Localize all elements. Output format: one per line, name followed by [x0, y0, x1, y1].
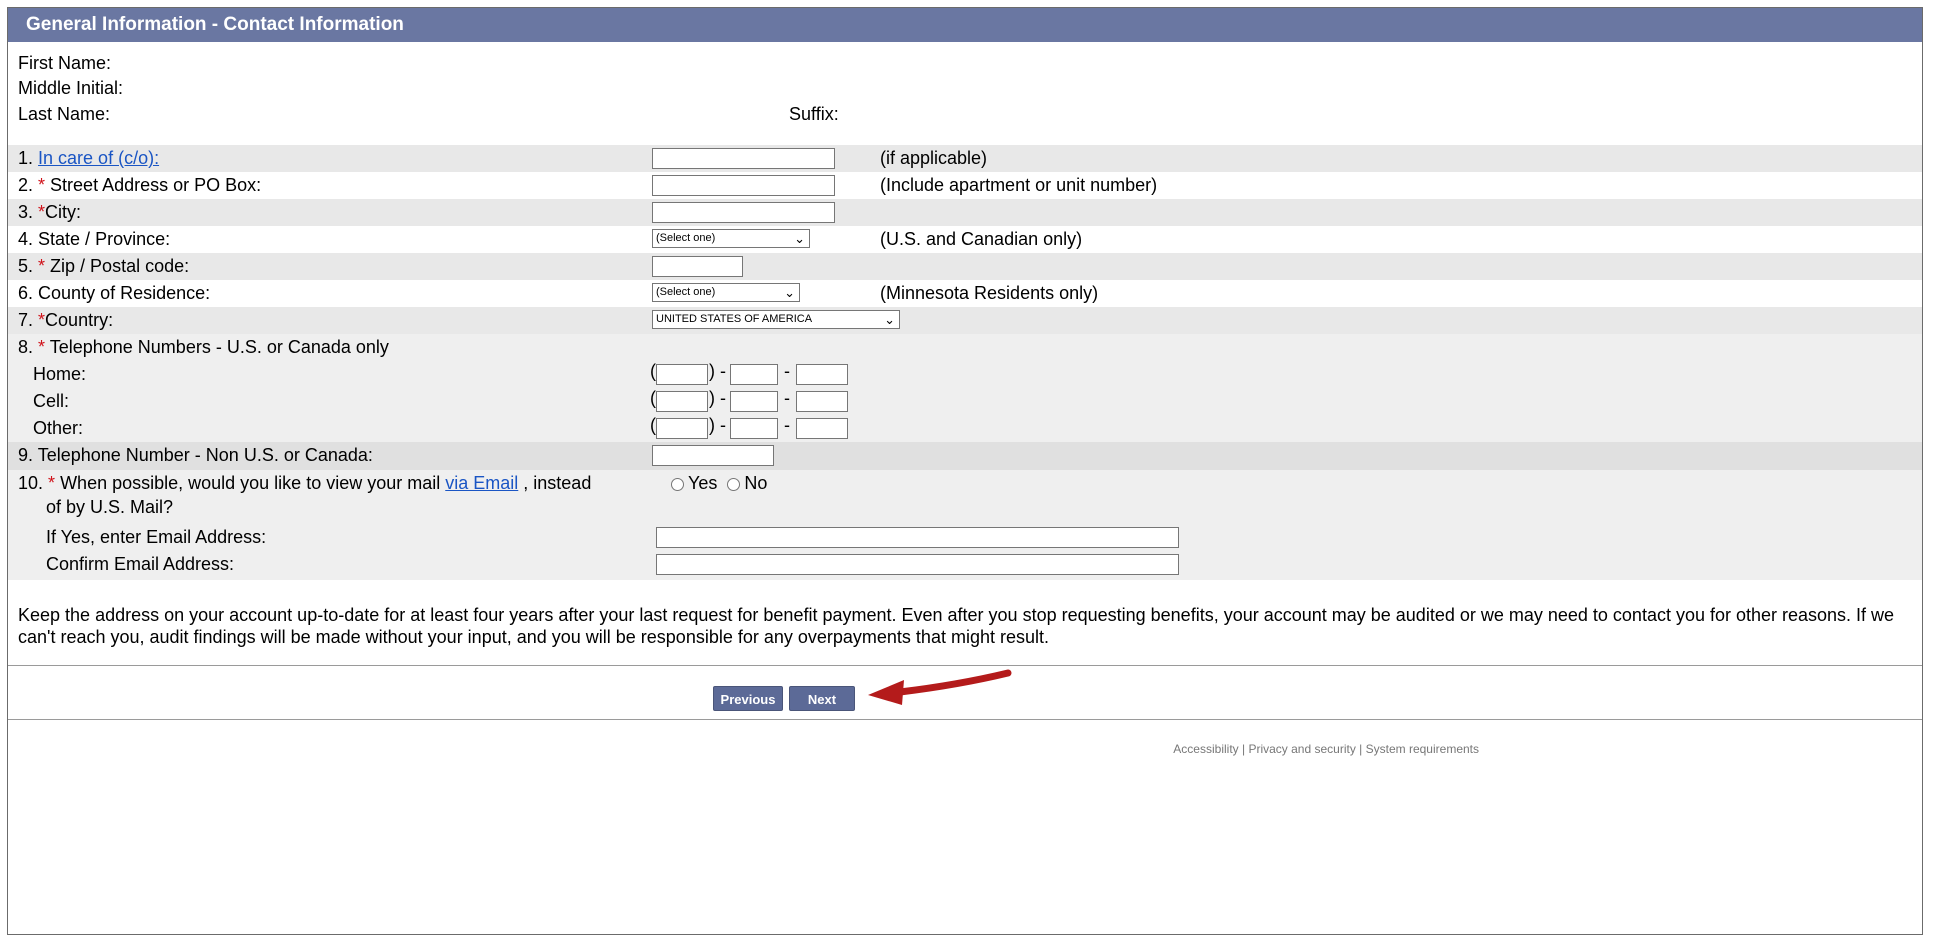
confirm-email-label: Confirm Email Address: [46, 554, 235, 574]
other-phone-label: Other: [33, 418, 84, 438]
country-select[interactable]: UNITED STATES OF AMERICA ⌄ [652, 310, 900, 329]
email-address-label: If Yes, enter Email Address: [46, 527, 267, 547]
contact-info-form: General Information - Contact Informatio… [7, 7, 1923, 935]
next-button[interactable]: Next [789, 686, 855, 711]
cell-phone-prefix-input[interactable] [730, 391, 778, 412]
email-pref-label-line2: of by U.S. Mail? [46, 497, 174, 517]
street-input[interactable] [652, 175, 835, 196]
chevron-down-icon: ⌄ [784, 285, 795, 300]
other-phone-prefix-input[interactable] [730, 418, 778, 439]
county-hint: (Minnesota Residents only) [880, 283, 1099, 303]
row-intl-phone: 9. Telephone Number - Non U.S. or Canada… [8, 442, 1922, 470]
yes-label: Yes [688, 473, 718, 493]
intl-phone-input[interactable] [652, 445, 774, 466]
street-hint: (Include apartment or unit number) [880, 175, 1158, 195]
email-pref-radios: Yes No [671, 473, 767, 494]
address-notice: Keep the address on your account up-to-d… [18, 605, 1895, 647]
required-marker: * [38, 310, 46, 330]
phones-block: 8. * Telephone Numbers - U.S. or Canada … [8, 334, 1922, 442]
first-name-label: First Name: [18, 53, 112, 73]
email-pref-block: 10. * When possible, would you like to v… [8, 470, 1922, 580]
cell-phone-label: Cell: [33, 391, 70, 411]
row-state: 4. State / Province: (Select one) ⌄ (U.S.… [8, 226, 1922, 253]
city-input[interactable] [652, 202, 835, 223]
middle-initial-label: Middle Initial: [18, 78, 124, 98]
no-radio[interactable] [727, 477, 741, 491]
chevron-down-icon: ⌄ [884, 312, 895, 327]
home-phone-dash: - [784, 361, 790, 381]
county-label: 6. County of Residence: [18, 283, 211, 303]
county-select[interactable]: (Select one) ⌄ [652, 283, 800, 302]
state-label: 4. State / Province: [18, 229, 171, 249]
previous-button[interactable]: Previous [713, 686, 783, 711]
state-hint: (U.S. and Canadian only) [880, 229, 1083, 249]
privacy-link[interactable]: Privacy and security [1248, 742, 1355, 756]
row-county: 6. County of Residence: (Select one) ⌄ (M… [8, 280, 1922, 307]
phones-label: 8. * Telephone Numbers - U.S. or Canada … [18, 337, 389, 357]
footer-links: Accessibility | Privacy and security | S… [1173, 742, 1479, 756]
last-name-label: Last Name: [18, 104, 111, 124]
cell-phone-line-input[interactable] [796, 391, 848, 412]
care-of-link[interactable]: In care of (c/o): [38, 148, 159, 168]
cell-phone-dash: - [784, 388, 790, 408]
divider [8, 719, 1922, 720]
home-phone-label: Home: [33, 364, 87, 384]
required-marker: * [48, 473, 56, 493]
required-marker: * [38, 256, 46, 276]
section-header: General Information - Contact Informatio… [8, 8, 1922, 42]
cell-phone-sep: ) - [709, 388, 726, 408]
row-zip: 5. * Zip / Postal code: [8, 253, 1922, 280]
state-select[interactable]: (Select one) ⌄ [652, 229, 810, 248]
required-marker: * [38, 337, 46, 357]
zip-input[interactable] [652, 256, 743, 277]
system-requirements-link[interactable]: System requirements [1366, 742, 1479, 756]
row-city: 3. *City: [8, 199, 1922, 226]
accessibility-link[interactable]: Accessibility [1173, 742, 1238, 756]
home-phone-sep: ) - [709, 361, 726, 381]
via-email-link[interactable]: via Email [445, 473, 518, 493]
other-phone-sep: ) - [709, 415, 726, 435]
confirm-email-input[interactable] [656, 554, 1179, 575]
no-label: No [744, 473, 768, 493]
yes-radio[interactable] [671, 477, 684, 491]
annotation-arrow-icon [868, 669, 1012, 705]
row-care-of: 1. In care of (c/o): (if applicable) [8, 145, 1922, 172]
home-phone-prefix-input[interactable] [730, 364, 778, 385]
row-country: 7. *Country: UNITED STATES OF AMERICA ⌄ [8, 307, 1922, 334]
required-marker: * [38, 202, 46, 222]
chevron-down-icon: ⌄ [794, 231, 805, 246]
suffix-label: Suffix: [789, 104, 839, 124]
other-phone-dash: - [784, 415, 790, 435]
cell-phone-area-input[interactable] [656, 391, 708, 412]
home-phone-line-input[interactable] [796, 364, 848, 385]
care-of-input[interactable] [652, 148, 835, 169]
home-phone-area-input[interactable] [656, 364, 708, 385]
required-marker: * [38, 175, 46, 195]
other-phone-area-input[interactable] [656, 418, 708, 439]
care-of-label: 1. In care of (c/o): [18, 148, 160, 168]
row-street: 2. * Street Address or PO Box: (Include … [8, 172, 1922, 199]
city-label: 3. *City: [18, 202, 82, 222]
zip-label: 5. * Zip / Postal code: [18, 256, 190, 276]
other-phone-line-input[interactable] [796, 418, 848, 439]
email-pref-label: 10. * When possible, would you like to v… [18, 473, 592, 493]
street-label: 2. * Street Address or PO Box: [18, 175, 262, 195]
country-label: 7. *Country: [18, 310, 114, 330]
intl-phone-label: 9. Telephone Number - Non U.S. or Canada… [18, 445, 373, 465]
care-of-hint: (if applicable) [880, 148, 988, 168]
email-address-input[interactable] [656, 527, 1179, 548]
